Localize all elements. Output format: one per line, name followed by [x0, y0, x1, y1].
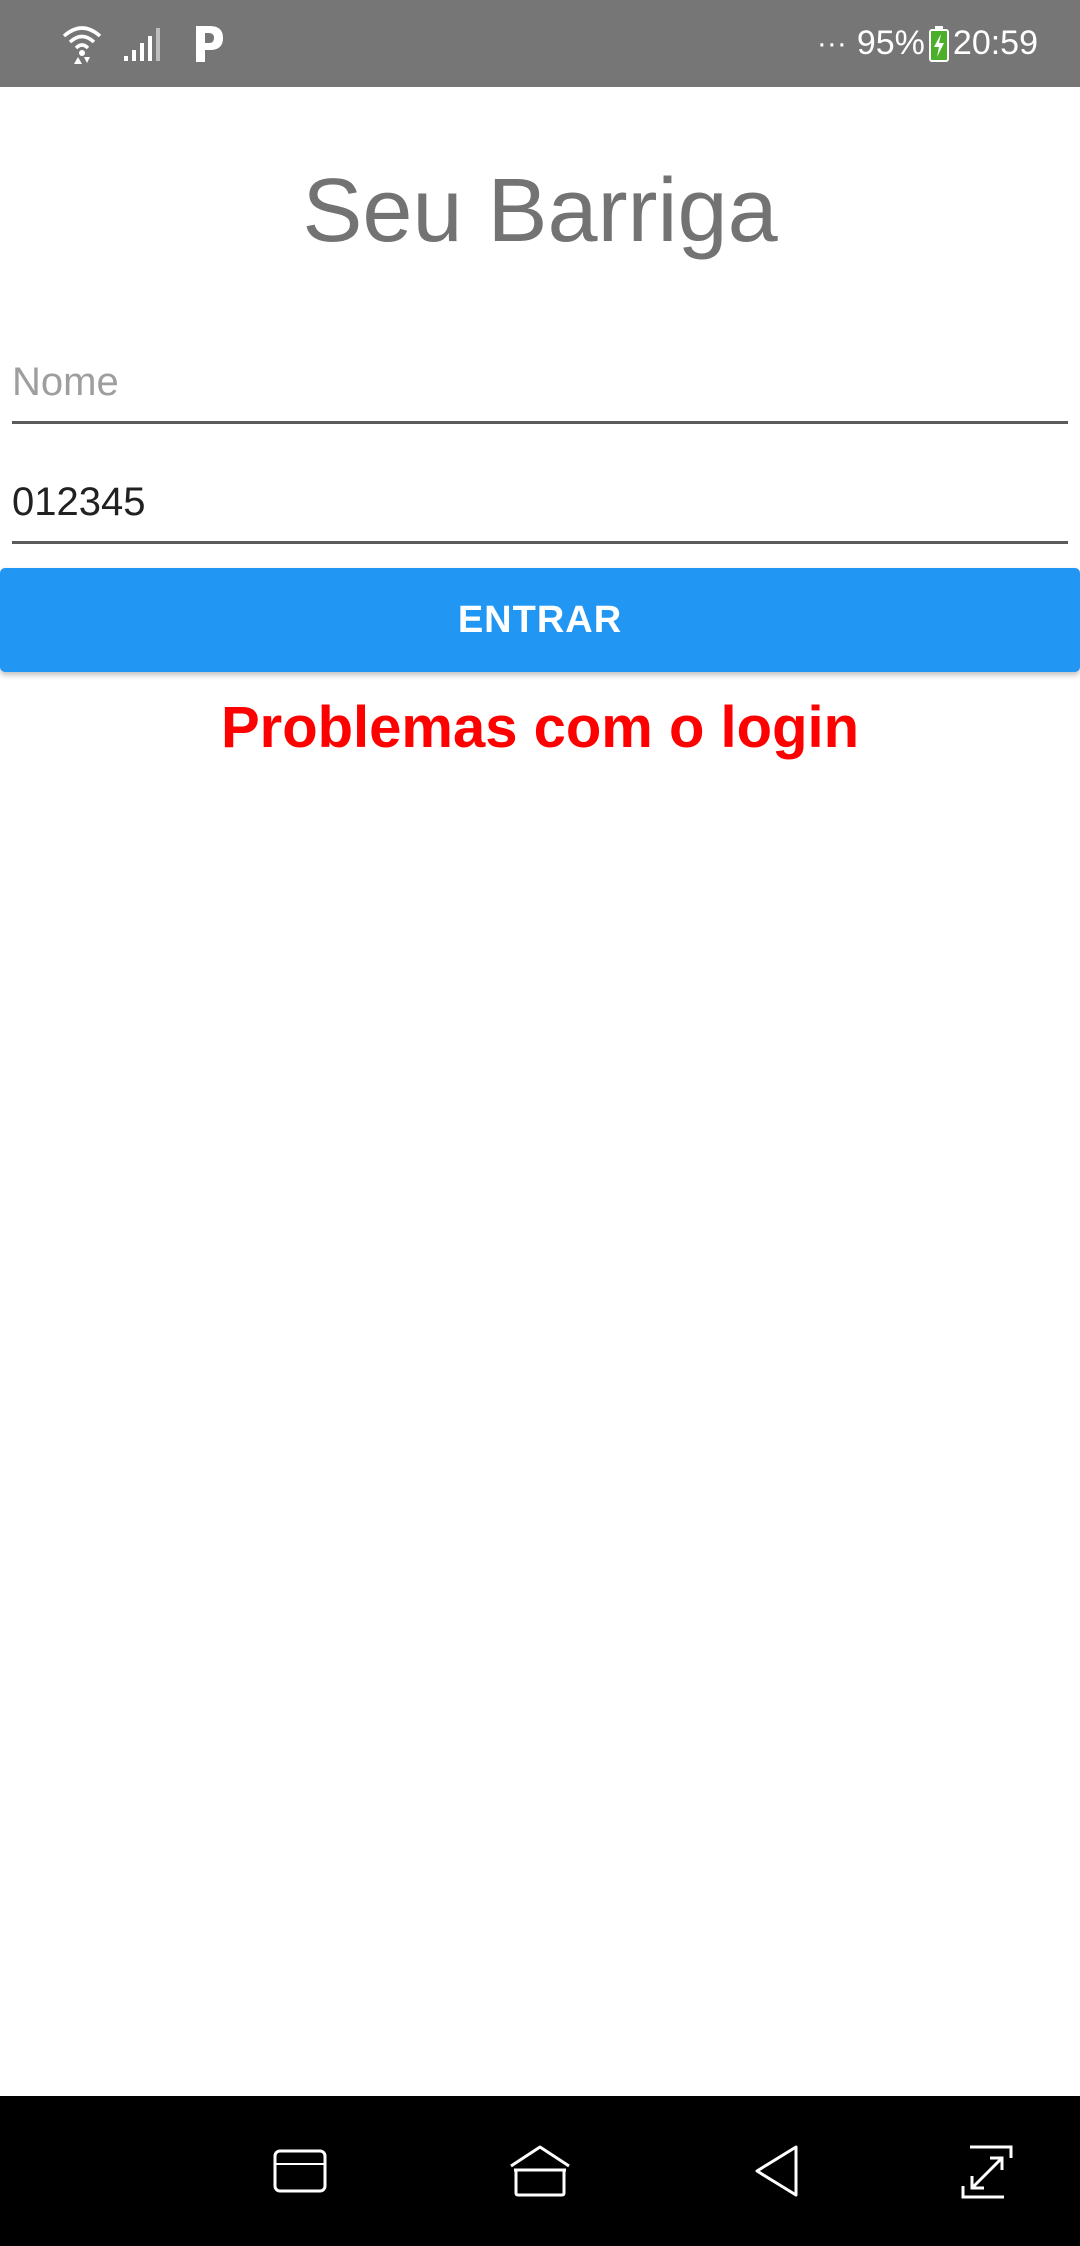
- battery-percent: 95%: [856, 24, 925, 62]
- clock: 20:59: [952, 24, 1038, 62]
- login-error-message: Problemas com o login: [220, 695, 860, 760]
- login-screen: ··· 95% 20:59 Seu Barriga ENTRAR Problem…: [0, 0, 1080, 2246]
- back-icon[interactable]: [752, 2144, 802, 2198]
- expand-icon[interactable]: [960, 2144, 1014, 2200]
- notification-dots: ···: [816, 26, 847, 60]
- home-icon[interactable]: [508, 2144, 572, 2198]
- nome-input[interactable]: [12, 344, 1068, 421]
- nome-field[interactable]: [12, 344, 1068, 424]
- entrar-button[interactable]: ENTRAR: [0, 568, 1080, 672]
- signal-icon: [124, 28, 160, 61]
- recent-apps-icon[interactable]: [272, 2144, 328, 2198]
- senha-input[interactable]: [12, 464, 1068, 541]
- navigation-bar: [0, 2096, 1080, 2246]
- status-bar: ··· 95% 20:59: [0, 0, 1080, 87]
- wifi-icon: [62, 26, 102, 64]
- status-right: ··· 95% 20:59: [817, 0, 1038, 87]
- app-title: Seu Barriga: [302, 161, 778, 261]
- battery-charging-icon: [928, 25, 949, 62]
- senha-field[interactable]: [12, 464, 1068, 544]
- parking-app-icon: [196, 26, 223, 62]
